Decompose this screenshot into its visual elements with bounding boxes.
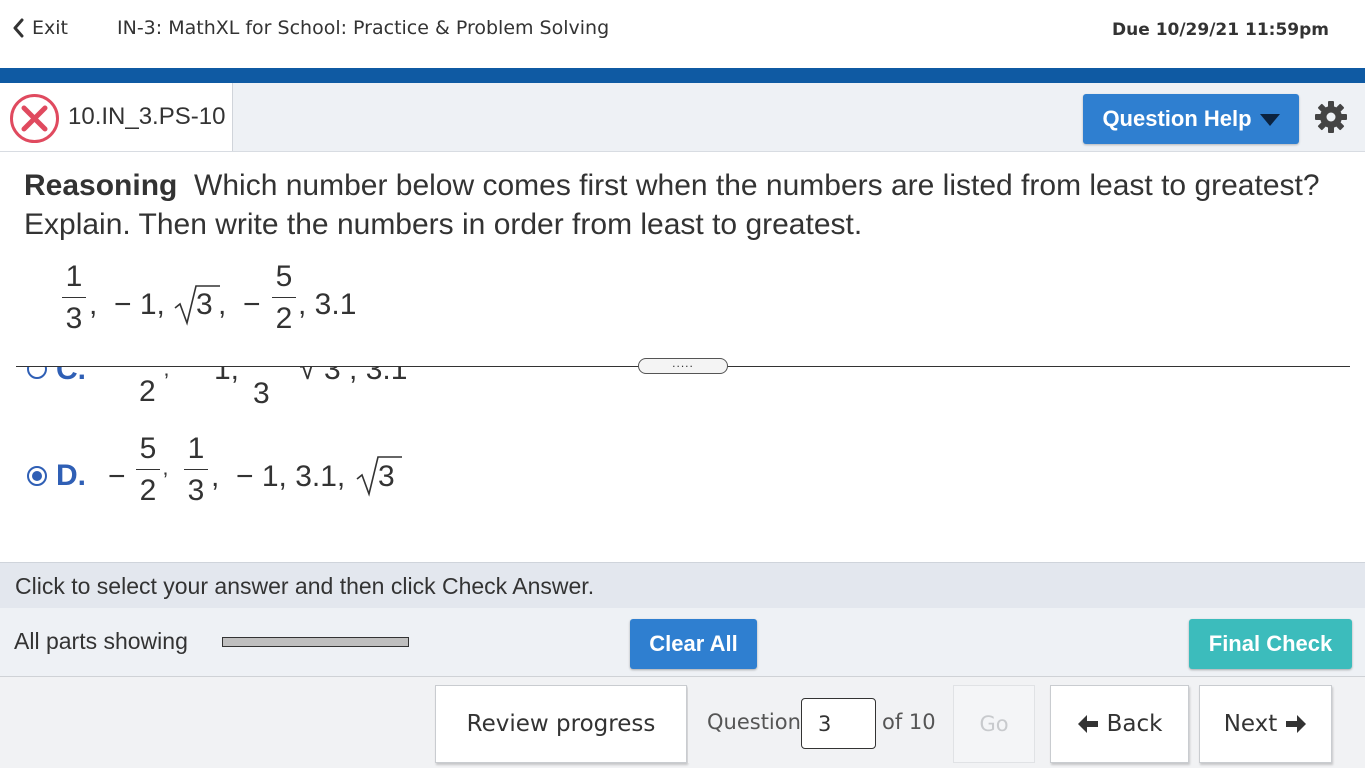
question-header: 10.IN_3.PS-10 Question Help bbox=[0, 83, 1365, 152]
numerator: 5 bbox=[139, 432, 157, 465]
denominator: 2 bbox=[275, 302, 293, 335]
clear-all-button[interactable]: Clear All bbox=[630, 619, 757, 669]
review-progress-label: Review progress bbox=[466, 711, 656, 737]
choice-d-middle: , − 1, 3.1, bbox=[211, 460, 346, 493]
exit-button[interactable]: Exit bbox=[12, 17, 68, 39]
parts-bar: All parts showing Clear All Final Check bbox=[0, 608, 1365, 676]
fraction-bar bbox=[136, 469, 160, 470]
gear-icon[interactable] bbox=[1314, 100, 1348, 134]
choice-c-radio[interactable] bbox=[27, 367, 47, 379]
question-help-button[interactable]: Question Help bbox=[1083, 94, 1299, 144]
question-navigator: Question of 10 bbox=[688, 685, 952, 763]
question-total: of 10 bbox=[882, 710, 936, 734]
choice-c-tail: ’ √ 3 , 3.1 bbox=[277, 367, 408, 386]
number-separator: , − bbox=[218, 288, 261, 321]
numerator: 5 bbox=[275, 260, 293, 293]
header-stripe bbox=[0, 68, 1365, 83]
instruction-bar: Click to select your answer and then cli… bbox=[0, 562, 1365, 608]
answer-choices: C. 2 ’ 1, 3 ’ √ 3 , 3.1 D. − 5 2 ’ 1 3 ,… bbox=[0, 367, 1365, 561]
number-separator: , − 1, bbox=[89, 288, 174, 321]
review-progress-button[interactable]: Review progress bbox=[435, 685, 687, 763]
choice-c-comma: ’ bbox=[164, 369, 169, 394]
prompt-text: Which number below comes first when the … bbox=[24, 169, 1320, 241]
assignment-title: IN-3: MathXL for School: Practice & Prob… bbox=[117, 17, 610, 39]
bottom-navigation: Review progress Question of 10 Go Back N… bbox=[0, 676, 1365, 768]
back-button[interactable]: Back bbox=[1050, 685, 1189, 763]
choice-d-radio[interactable] bbox=[27, 466, 47, 486]
choice-c-letter: C. bbox=[56, 367, 86, 386]
choice-c-denominator: 3 bbox=[253, 377, 270, 410]
question-id-box: 10.IN_3.PS-10 bbox=[0, 83, 233, 151]
number-tail: , 3.1 bbox=[298, 288, 357, 321]
choice-d-radicand: 3 bbox=[378, 460, 395, 493]
prompt-lead: Reasoning bbox=[24, 169, 178, 202]
top-bar: Exit IN-3: MathXL for School: Practice &… bbox=[0, 0, 1365, 68]
chevron-left-icon bbox=[13, 18, 24, 38]
arrow-left-icon bbox=[1077, 715, 1098, 733]
choice-d-letter: D. bbox=[56, 459, 86, 492]
fraction-five-halves: 5 2 bbox=[272, 262, 296, 334]
numerator: 1 bbox=[187, 432, 205, 465]
back-label: Back bbox=[1106, 711, 1163, 737]
denominator: 2 bbox=[139, 474, 157, 507]
parts-showing-label: All parts showing bbox=[14, 628, 188, 654]
question-id: 10.IN_3.PS-10 bbox=[68, 103, 226, 130]
incorrect-x-icon bbox=[10, 94, 59, 143]
caret-down-icon bbox=[1259, 114, 1280, 126]
denominator: 3 bbox=[187, 474, 205, 507]
numerator: 1 bbox=[65, 260, 83, 293]
fraction-one-third: 1 3 bbox=[62, 262, 86, 334]
choice-d-fraction-five-halves: 5 2 bbox=[136, 434, 160, 506]
question-number-input[interactable] bbox=[801, 698, 876, 749]
due-date: Due 10/29/21 11:59pm bbox=[1112, 20, 1329, 40]
choice-c-denominator: 2 bbox=[139, 375, 156, 408]
instruction-text: Click to select your answer and then cli… bbox=[15, 573, 595, 599]
choice-d-comma: ’ bbox=[163, 468, 168, 493]
fraction-bar bbox=[272, 297, 296, 298]
choice-d-minus: − bbox=[108, 460, 126, 493]
question-help-label: Question Help bbox=[1102, 106, 1252, 131]
choice-d-fraction-one-third: 1 3 bbox=[184, 434, 208, 506]
arrow-right-icon bbox=[1286, 715, 1307, 733]
choice-c-term: 1, bbox=[214, 367, 240, 386]
final-check-button[interactable]: Final Check bbox=[1189, 619, 1352, 669]
radicand: 3 bbox=[196, 288, 213, 321]
denominator: 3 bbox=[65, 302, 83, 335]
fraction-bar bbox=[62, 297, 86, 298]
parts-progress-bar bbox=[222, 637, 409, 647]
fraction-bar bbox=[184, 469, 208, 470]
exit-label: Exit bbox=[32, 17, 68, 39]
go-button[interactable]: Go bbox=[953, 685, 1035, 763]
question-label: Question bbox=[707, 710, 801, 734]
next-label: Next bbox=[1223, 711, 1278, 737]
question-prompt: Reasoning Which number below comes first… bbox=[24, 166, 1334, 244]
next-button[interactable]: Next bbox=[1199, 685, 1332, 763]
